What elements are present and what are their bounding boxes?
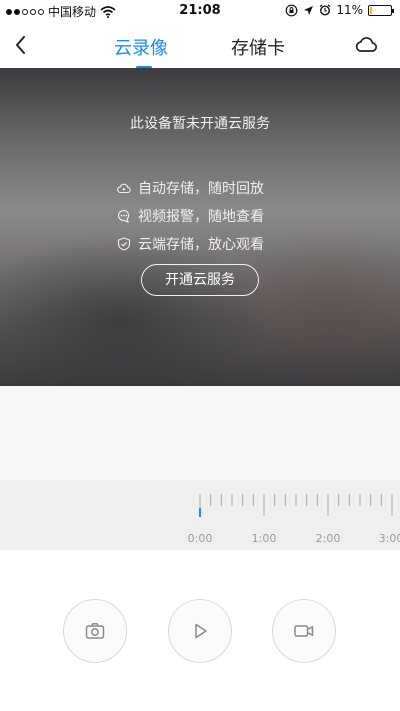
feature-list: 自动存储，随时回放 视频报警，随地查看 云端存储，放心观看	[117, 174, 264, 258]
cloud-icon	[355, 37, 378, 52]
tab-cloud-recording[interactable]: 云录像	[114, 34, 168, 60]
playback-controls	[0, 550, 400, 711]
playback-timeline[interactable]: 0:00 1:00 2:00 3:00	[0, 480, 400, 550]
play-icon	[195, 623, 207, 639]
status-bar: 中国移动 21:08 11%	[0, 0, 400, 22]
timeline-label: 1:00	[251, 532, 277, 545]
alarm-icon	[319, 4, 331, 16]
timeline-ticks	[199, 494, 393, 517]
timeline-label: 2:00	[315, 532, 341, 545]
feature-item: 自动存储，随时回放	[117, 174, 264, 202]
cloud-play-icon	[117, 183, 131, 194]
timeline-label: 3:00	[378, 532, 400, 545]
cloud-service-button[interactable]	[354, 34, 378, 56]
timeline-label: 0:00	[187, 532, 213, 545]
video-player[interactable]: 此设备暂未开通云服务 自动存储，随时回放 视频报警，随地查看 云端存储，放心观看	[0, 68, 400, 386]
back-button[interactable]	[8, 30, 36, 60]
battery-percent: 11%	[336, 3, 363, 17]
orientation-lock-icon	[285, 4, 298, 16]
feature-text: 视频报警，随地查看	[138, 209, 264, 225]
location-icon	[304, 5, 314, 15]
battery-fill	[370, 6, 372, 14]
video-camera-icon	[294, 625, 314, 637]
feature-item: 云端存储，放心观看	[117, 230, 264, 258]
tab-storage-card[interactable]: 存储卡	[231, 34, 285, 60]
feature-text: 自动存储，随时回放	[138, 181, 264, 197]
status-right: 11%	[285, 3, 394, 17]
nav-bar: 云录像 存储卡	[0, 22, 400, 69]
open-cloud-service-button[interactable]: 开通云服务	[141, 264, 259, 296]
play-button[interactable]	[168, 599, 232, 663]
feature-item: 视频报警，随地查看	[117, 202, 264, 230]
chat-icon	[118, 209, 130, 223]
record-button[interactable]	[272, 599, 336, 663]
empty-area	[0, 386, 400, 480]
shield-check-icon	[117, 237, 131, 251]
battery-icon	[368, 4, 394, 16]
snapshot-button[interactable]	[63, 599, 127, 663]
service-status-title: 此设备暂未开通云服务	[130, 116, 270, 132]
feature-text: 云端存储，放心观看	[138, 237, 264, 253]
camera-icon	[85, 623, 105, 639]
back-chevron-icon	[16, 36, 25, 54]
